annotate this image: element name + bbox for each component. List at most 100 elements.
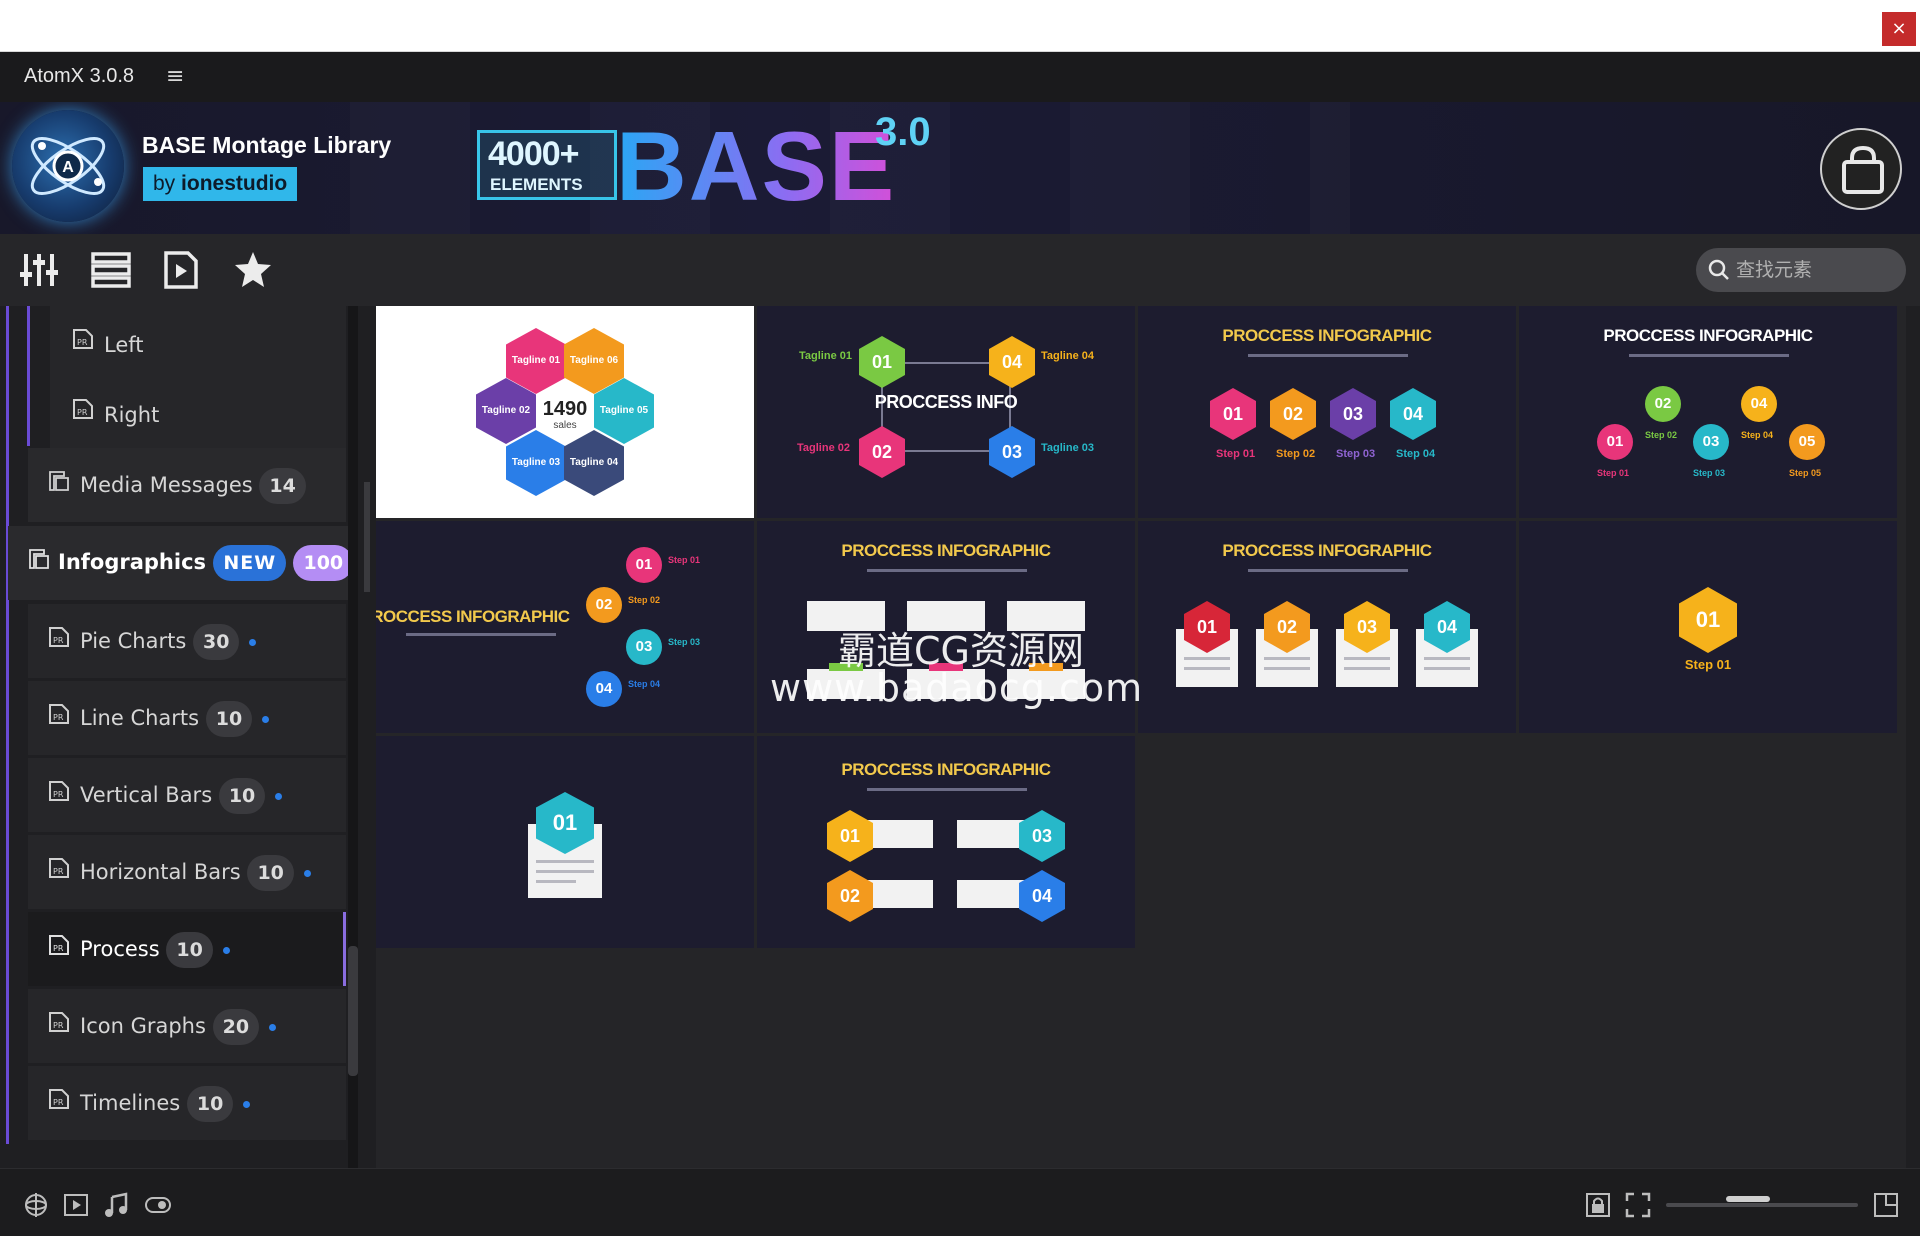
sidebar-item-icon-graphs[interactable]: PR Icon Graphs 20 [28,989,346,1063]
svg-text:PR: PR [53,636,64,645]
grid-scrollbar-thumb[interactable] [364,482,370,592]
circle-step-02: 02 [586,587,622,623]
star-icon[interactable] [232,250,274,290]
thumb-subtitle-line [867,569,1027,572]
sidebar-item-right[interactable]: PR Right [50,376,346,450]
preset-thumbnail-10[interactable]: PROCCESS INFOGRAPHIC 01 03 02 04 [757,736,1135,948]
step-label: Step 01 [1597,468,1630,478]
app-window: AtomX 3.0.8 ≡ A BASE Montage Library by … [0,52,1920,1236]
thumb-title: PROCCESS INFOGRAPHIC [841,541,1051,560]
svg-text:PR: PR [77,338,88,347]
brand-elements-box: 4000+ ELEMENTS [477,130,617,200]
step-label: Step 04 [1396,448,1436,460]
svg-text:A: A [62,159,74,176]
music-note-icon[interactable] [102,1191,130,1219]
search-box[interactable] [1696,248,1906,292]
preset-thumbnail-1[interactable]: Tagline 01 Tagline 06 Tagline 02 Tagline… [376,306,754,518]
thumb-title: PROCCESS INFOGRAPHIC [841,760,1051,779]
item-count-badge: 10 [166,932,213,968]
hex-step-01: 01 [1679,587,1737,653]
sidebar-item-infographics[interactable]: Infographics NEW 100 [8,526,354,600]
preset-grid: Tagline 01 Tagline 06 Tagline 02 Tagline… [376,306,1906,1168]
expand-view-icon[interactable] [1872,1191,1900,1219]
premiere-file-icon: PR [49,704,69,724]
hex-step-02: 02 [827,870,873,922]
thumb-title: PROCCESS INFOGRAPHIC [1222,326,1432,345]
hex-step-01: 01 [1210,388,1256,440]
tagline-label: Tagline 02 [797,442,850,454]
shop-button[interactable] [1820,128,1902,210]
item-count-badge: 10 [247,855,294,891]
circle-step-05: 05 [1789,424,1825,460]
preset-thumbnail-7[interactable]: PROCCESS INFOGRAPHIC 01 02 03 04 [1138,521,1516,733]
video-icon[interactable] [62,1191,90,1219]
hex-step-03: 03 [1330,388,1376,440]
item-count-badge: 20 [212,1009,260,1045]
sidebar-item-label: Process [80,937,160,961]
author-name: ionestudio [181,172,288,195]
sidebar-item-timelines[interactable]: PR Timelines 10 [28,1066,346,1140]
preset-thumbnail-2[interactable]: PROCCESS INFO 01 04 02 03 Tagline 01 Tag… [757,306,1135,518]
preset-thumbnail-3[interactable]: PROCCESS INFOGRAPHIC 01 02 03 04 Step 01… [1138,306,1516,518]
update-dot [275,792,283,800]
circle-step-01: 01 [626,547,662,583]
update-dot [222,946,230,954]
close-window-button[interactable]: × [1882,12,1916,46]
preset-thumbnail-5[interactable]: PROCCESS INFOGRAPHIC 01 02 03 04 Step 01… [376,521,754,733]
toggle-preview-icon[interactable] [144,1191,172,1219]
sliders-icon[interactable] [18,250,60,290]
sidebar-item-horizontal-bars[interactable]: PR Horizontal Bars 10 [28,835,346,909]
sidebar-item-vertical-bars[interactable]: PR Vertical Bars 10 [28,758,346,832]
premiere-file-icon: PR [49,935,69,955]
item-count-badge: 10 [205,701,253,737]
sidebar-item-label: Vertical Bars [80,783,213,807]
search-input[interactable] [1736,248,1896,292]
app-title: AtomX 3.0.8 [24,65,135,87]
brand-count: 4000+ [488,135,579,173]
thumb-subtitle-line [867,788,1027,791]
sidebar-item-pie-charts[interactable]: PR Pie Charts 30 [28,604,346,678]
thumb-title: PROCCESS INFO [874,392,1018,412]
preset-thumbnail-4[interactable]: PROCCESS INFOGRAPHIC 01 02 03 04 05 Step… [1519,306,1897,518]
thumbnail-size-slider-handle[interactable] [1726,1196,1770,1202]
hamburger-menu-icon[interactable]: ≡ [166,64,184,89]
preset-thumbnail-9[interactable]: 01 [376,736,754,948]
sidebar-scrollbar-thumb[interactable] [348,946,358,1076]
fit-view-icon[interactable] [1624,1191,1652,1219]
sidebar-item-line-charts[interactable]: PR Line Charts 10 [28,681,346,755]
hex-step-01: 01 [827,810,873,862]
sidebar-item-left[interactable]: PR Left [50,306,346,380]
brand-sub: ELEMENTS [490,175,583,194]
step-label: Step 02 [628,595,661,605]
hex-step-04: 04 [1019,870,1065,922]
sidebar-item-process[interactable]: PR Process 10 [28,912,346,986]
library-banner: A BASE Montage Library by ionestudio 400… [0,102,1920,234]
3d-object-icon[interactable] [22,1191,50,1219]
preset-thumbnail-8[interactable]: 01 Step 01 [1519,521,1897,733]
sidebar-item-label: Icon Graphs [80,1014,206,1038]
step-label: Step 02 [1276,448,1316,460]
premiere-file-icon: PR [49,627,69,647]
hex-tagline-03: Tagline 03 [506,430,566,496]
svg-text:PR: PR [53,867,64,876]
item-count-badge: 30 [192,624,240,660]
sidebar-item-media-messages[interactable]: Media Messages 14 [28,448,346,522]
list-icon[interactable] [90,250,132,290]
item-count-badge: 10 [186,1086,234,1122]
center-sub: sales [553,420,577,431]
step-label: Step 02 [1645,430,1678,440]
premiere-file-icon: PR [49,858,69,878]
tagline-label: Tagline 04 [1041,350,1094,362]
play-file-icon[interactable] [160,250,202,290]
library-author-badge[interactable]: by ionestudio [143,167,298,201]
premiere-file-icon: PR [73,399,93,419]
svg-text:PR: PR [53,1021,64,1030]
step-label: Step 03 [1693,468,1726,478]
item-count-badge: 14 [259,468,306,504]
thumbnail-size-slider-track[interactable] [1666,1203,1858,1207]
sidebar-item-label: Infographics [58,550,207,574]
svg-text:PR: PR [77,408,88,417]
update-dot [243,1100,251,1108]
lock-icon[interactable] [1584,1191,1612,1219]
circle-step-03: 03 [1693,424,1729,460]
